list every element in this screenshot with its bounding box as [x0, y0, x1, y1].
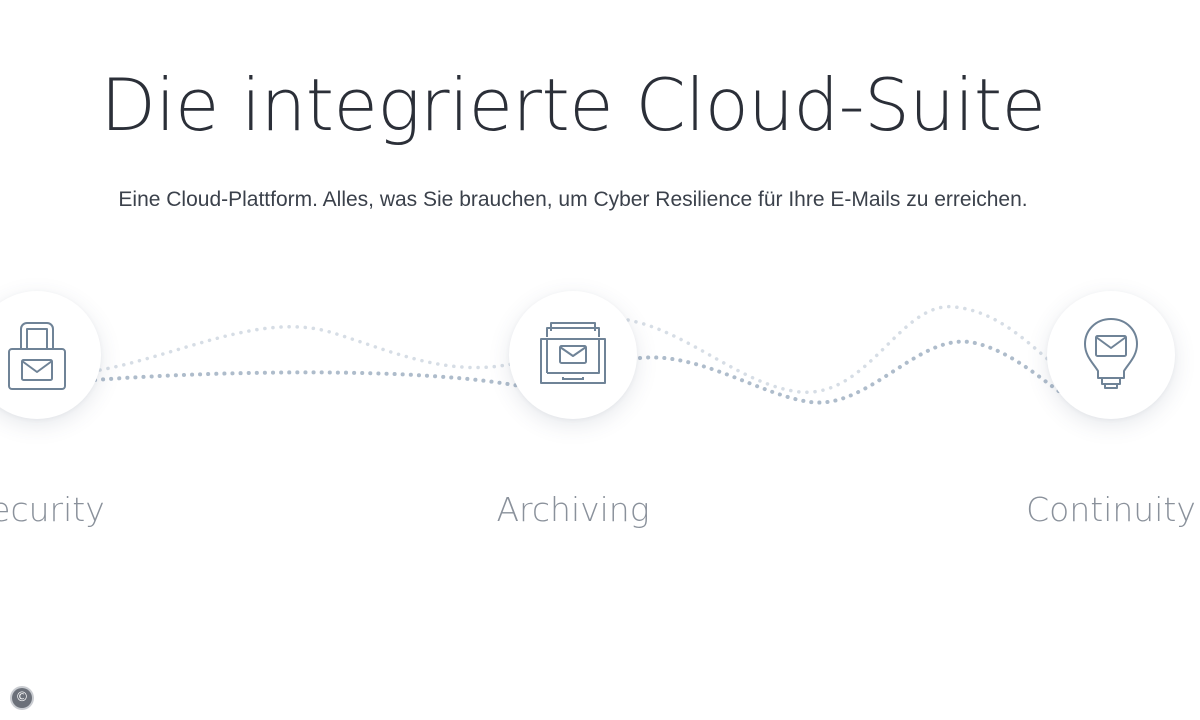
wave-line-1	[93, 370, 532, 390]
lightbulb-mail-icon	[1081, 316, 1141, 394]
wave-line-4	[626, 305, 1060, 394]
wave-line-2	[98, 325, 522, 372]
page: Die integrierte Cloud-Suite Eine Cloud-P…	[0, 0, 1200, 720]
continuity-label[interactable]: Continuity	[961, 490, 1200, 530]
copyright-icon: ©	[12, 688, 32, 708]
archiving-label[interactable]: Archiving	[423, 490, 723, 530]
lock-mail-icon	[5, 317, 69, 393]
continuity-badge[interactable]	[1047, 291, 1175, 419]
security-label[interactable]: Security	[0, 490, 187, 530]
archive-tray-mail-icon	[537, 319, 609, 391]
archiving-badge[interactable]	[509, 291, 637, 419]
